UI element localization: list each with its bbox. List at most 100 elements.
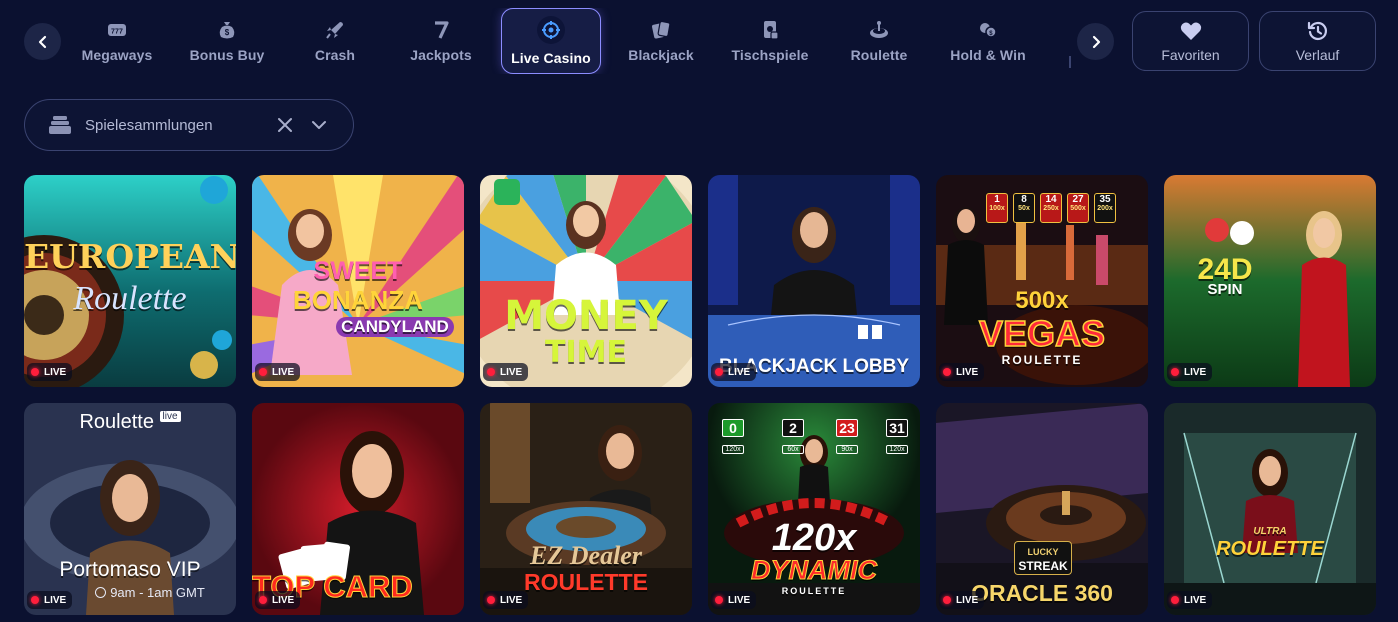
- game-tile-money-time[interactable]: MONEY TIME LIVE: [480, 175, 692, 387]
- game-title-line2: BONANZA: [293, 285, 423, 315]
- game-tile-top-card[interactable]: TOP CARD LIVE: [252, 403, 464, 615]
- category-crash[interactable]: Crash: [282, 8, 388, 74]
- chevron-right-icon: [1092, 35, 1100, 48]
- live-badge: LIVE: [939, 363, 985, 381]
- category-label: Hold & Win: [950, 47, 1026, 63]
- roulette-icon: [868, 19, 890, 41]
- multiplier-boxes: 1 100x 8 50x 14 250x 27 500x 35 200x: [986, 193, 1116, 223]
- favorites-button[interactable]: Favoriten: [1132, 11, 1249, 71]
- number-box: 23 90x: [836, 419, 858, 454]
- number-box: 2 60x: [782, 419, 804, 454]
- live-indicator-icon: [259, 596, 267, 604]
- history-label: Verlauf: [1295, 47, 1340, 63]
- live-indicator-icon: [943, 596, 951, 604]
- game-tile-ez-dealer-roulette[interactable]: EZ Dealer ROULETTE LIVE: [480, 403, 692, 615]
- game-tile-120x-dynamic-roulette[interactable]: 0 120x 2 60x 23 90x 31 120x 120x DYNAMIC ROU…: [708, 403, 920, 615]
- collections-dropdown[interactable]: Spielesammlungen: [24, 99, 354, 151]
- category-label: Tischspiele: [731, 47, 809, 63]
- game-tile-ultra-roulette[interactable]: ULTRA ROULETTE LIVE: [1164, 403, 1376, 615]
- megaways-icon: 777: [106, 19, 128, 41]
- svg-text:777: 777: [111, 29, 123, 36]
- category-blackjack[interactable]: Blackjack: [608, 8, 714, 74]
- chevron-down-icon[interactable]: [309, 115, 329, 135]
- seven-icon: [430, 19, 452, 41]
- scroll-right-button[interactable]: [1077, 23, 1114, 60]
- svg-text:$: $: [225, 28, 230, 37]
- category-roulette[interactable]: Roulette: [826, 8, 932, 74]
- live-indicator-icon: [259, 368, 267, 376]
- live-badge: LIVE: [1167, 363, 1213, 381]
- game-tile-portomaso-vip[interactable]: Roulette live Portomaso VIP 9am - 1am GM…: [24, 403, 236, 615]
- live-indicator-icon: [715, 596, 723, 604]
- number-box: 0 120x: [722, 419, 744, 454]
- number-box: 1 100x: [986, 193, 1008, 223]
- game-title: EUROPEAN: [24, 237, 236, 276]
- multiplier-boxes: 0 120x 2 60x 23 90x 31 120x: [718, 419, 910, 469]
- live-casino-icon: [537, 16, 565, 44]
- lucky-streak-badge: LUCKY STREAK: [1014, 541, 1072, 575]
- live-indicator-icon: [715, 368, 723, 376]
- game-tile-24d-spin[interactable]: 24D SPIN LIVE: [1164, 175, 1376, 387]
- live-badge: LIVE: [255, 363, 301, 381]
- game-tile-lucky-streak-oracle-360[interactable]: LUCKY STREAK ORACLE 360 LIVE: [936, 403, 1148, 615]
- number-box: 35 200x: [1094, 193, 1116, 223]
- number-box: 31 120x: [886, 419, 908, 454]
- category-label: Bonus Buy: [189, 47, 265, 63]
- category-bonus-buy[interactable]: $ Bonus Buy: [174, 8, 280, 74]
- game-tile-european-roulette[interactable]: EUROPEAN Roulette LIVE: [24, 175, 236, 387]
- scroll-left-button[interactable]: [24, 23, 61, 60]
- close-icon[interactable]: [275, 115, 295, 135]
- game-multiplier: 500x: [1015, 287, 1069, 314]
- table-games-icon: [759, 19, 781, 41]
- live-indicator-icon: [31, 596, 39, 604]
- live-indicator-icon: [487, 596, 495, 604]
- clock-icon: [95, 587, 107, 598]
- svg-text:$: $: [989, 31, 993, 37]
- game-subtitle: CANDYLAND: [336, 317, 454, 337]
- game-subtitle: SPIN: [1207, 281, 1243, 298]
- category-live-casino[interactable]: Live Casino: [501, 8, 601, 74]
- live-indicator-icon: [943, 368, 951, 376]
- category-label: Blackjack: [628, 47, 694, 63]
- game-title: MONEY: [504, 293, 668, 339]
- collections-placeholder: Spielesammlungen: [85, 116, 213, 134]
- game-tile-blackjack-lobby[interactable]: BLACKJACK LOBBY LIVE: [708, 175, 920, 387]
- category-label: Live Casino: [511, 50, 591, 66]
- live-badge: LIVE: [483, 591, 529, 609]
- live-badge: LIVE: [711, 591, 757, 609]
- game-subtitle: Roulette: [73, 280, 187, 317]
- live-badge: LIVE: [711, 363, 757, 381]
- live-indicator-icon: [1171, 368, 1179, 376]
- game-thumbnail: [1164, 403, 1376, 615]
- game-title: SWEET: [313, 257, 403, 285]
- history-icon: [1307, 21, 1327, 41]
- money-bag-icon: $: [216, 19, 238, 41]
- game-thumbnail: [24, 403, 236, 615]
- live-badge: LIVE: [939, 591, 985, 609]
- game-title: DYNAMIC: [751, 555, 878, 586]
- category-label: Roulette: [850, 47, 908, 63]
- live-indicator-icon: [31, 368, 39, 376]
- game-title: Portomaso VIP: [59, 558, 201, 581]
- number-box: 14 250x: [1040, 193, 1062, 223]
- category-hold-win[interactable]: $ Hold & Win: [935, 8, 1041, 74]
- game-top-title: Roulette live: [24, 411, 236, 434]
- hold-win-icon: $: [977, 19, 999, 41]
- game-tile-500x-vegas-roulette[interactable]: 1 100x 8 50x 14 250x 27 500x 35 200x 500x VEG…: [936, 175, 1148, 387]
- favorites-label: Favoriten: [1161, 47, 1220, 63]
- category-jackpots[interactable]: Jackpots: [388, 8, 494, 74]
- heart-icon: [1180, 22, 1201, 40]
- category-megaways[interactable]: 777 Megaways: [64, 8, 170, 74]
- game-tile-sweet-bonanza-candyland[interactable]: SWEET BONANZA CANDYLAND LIVE: [252, 175, 464, 387]
- number-box: 27 500x: [1067, 193, 1089, 223]
- history-button[interactable]: Verlauf: [1259, 11, 1376, 71]
- category-label: Crash: [314, 47, 356, 63]
- category-label: Megaways: [81, 47, 153, 63]
- category-tischspiele[interactable]: Tischspiele: [717, 8, 823, 74]
- rocket-icon: [324, 19, 346, 41]
- live-casino-page: 777 Megaways $ Bonus Buy Crash Jackpots: [0, 0, 1398, 622]
- live-badge: LIVE: [1167, 591, 1213, 609]
- category-bar: 777 Megaways $ Bonus Buy Crash Jackpots: [64, 8, 1074, 74]
- game-title: VEGAS: [978, 312, 1106, 355]
- chevron-left-icon: [38, 35, 46, 48]
